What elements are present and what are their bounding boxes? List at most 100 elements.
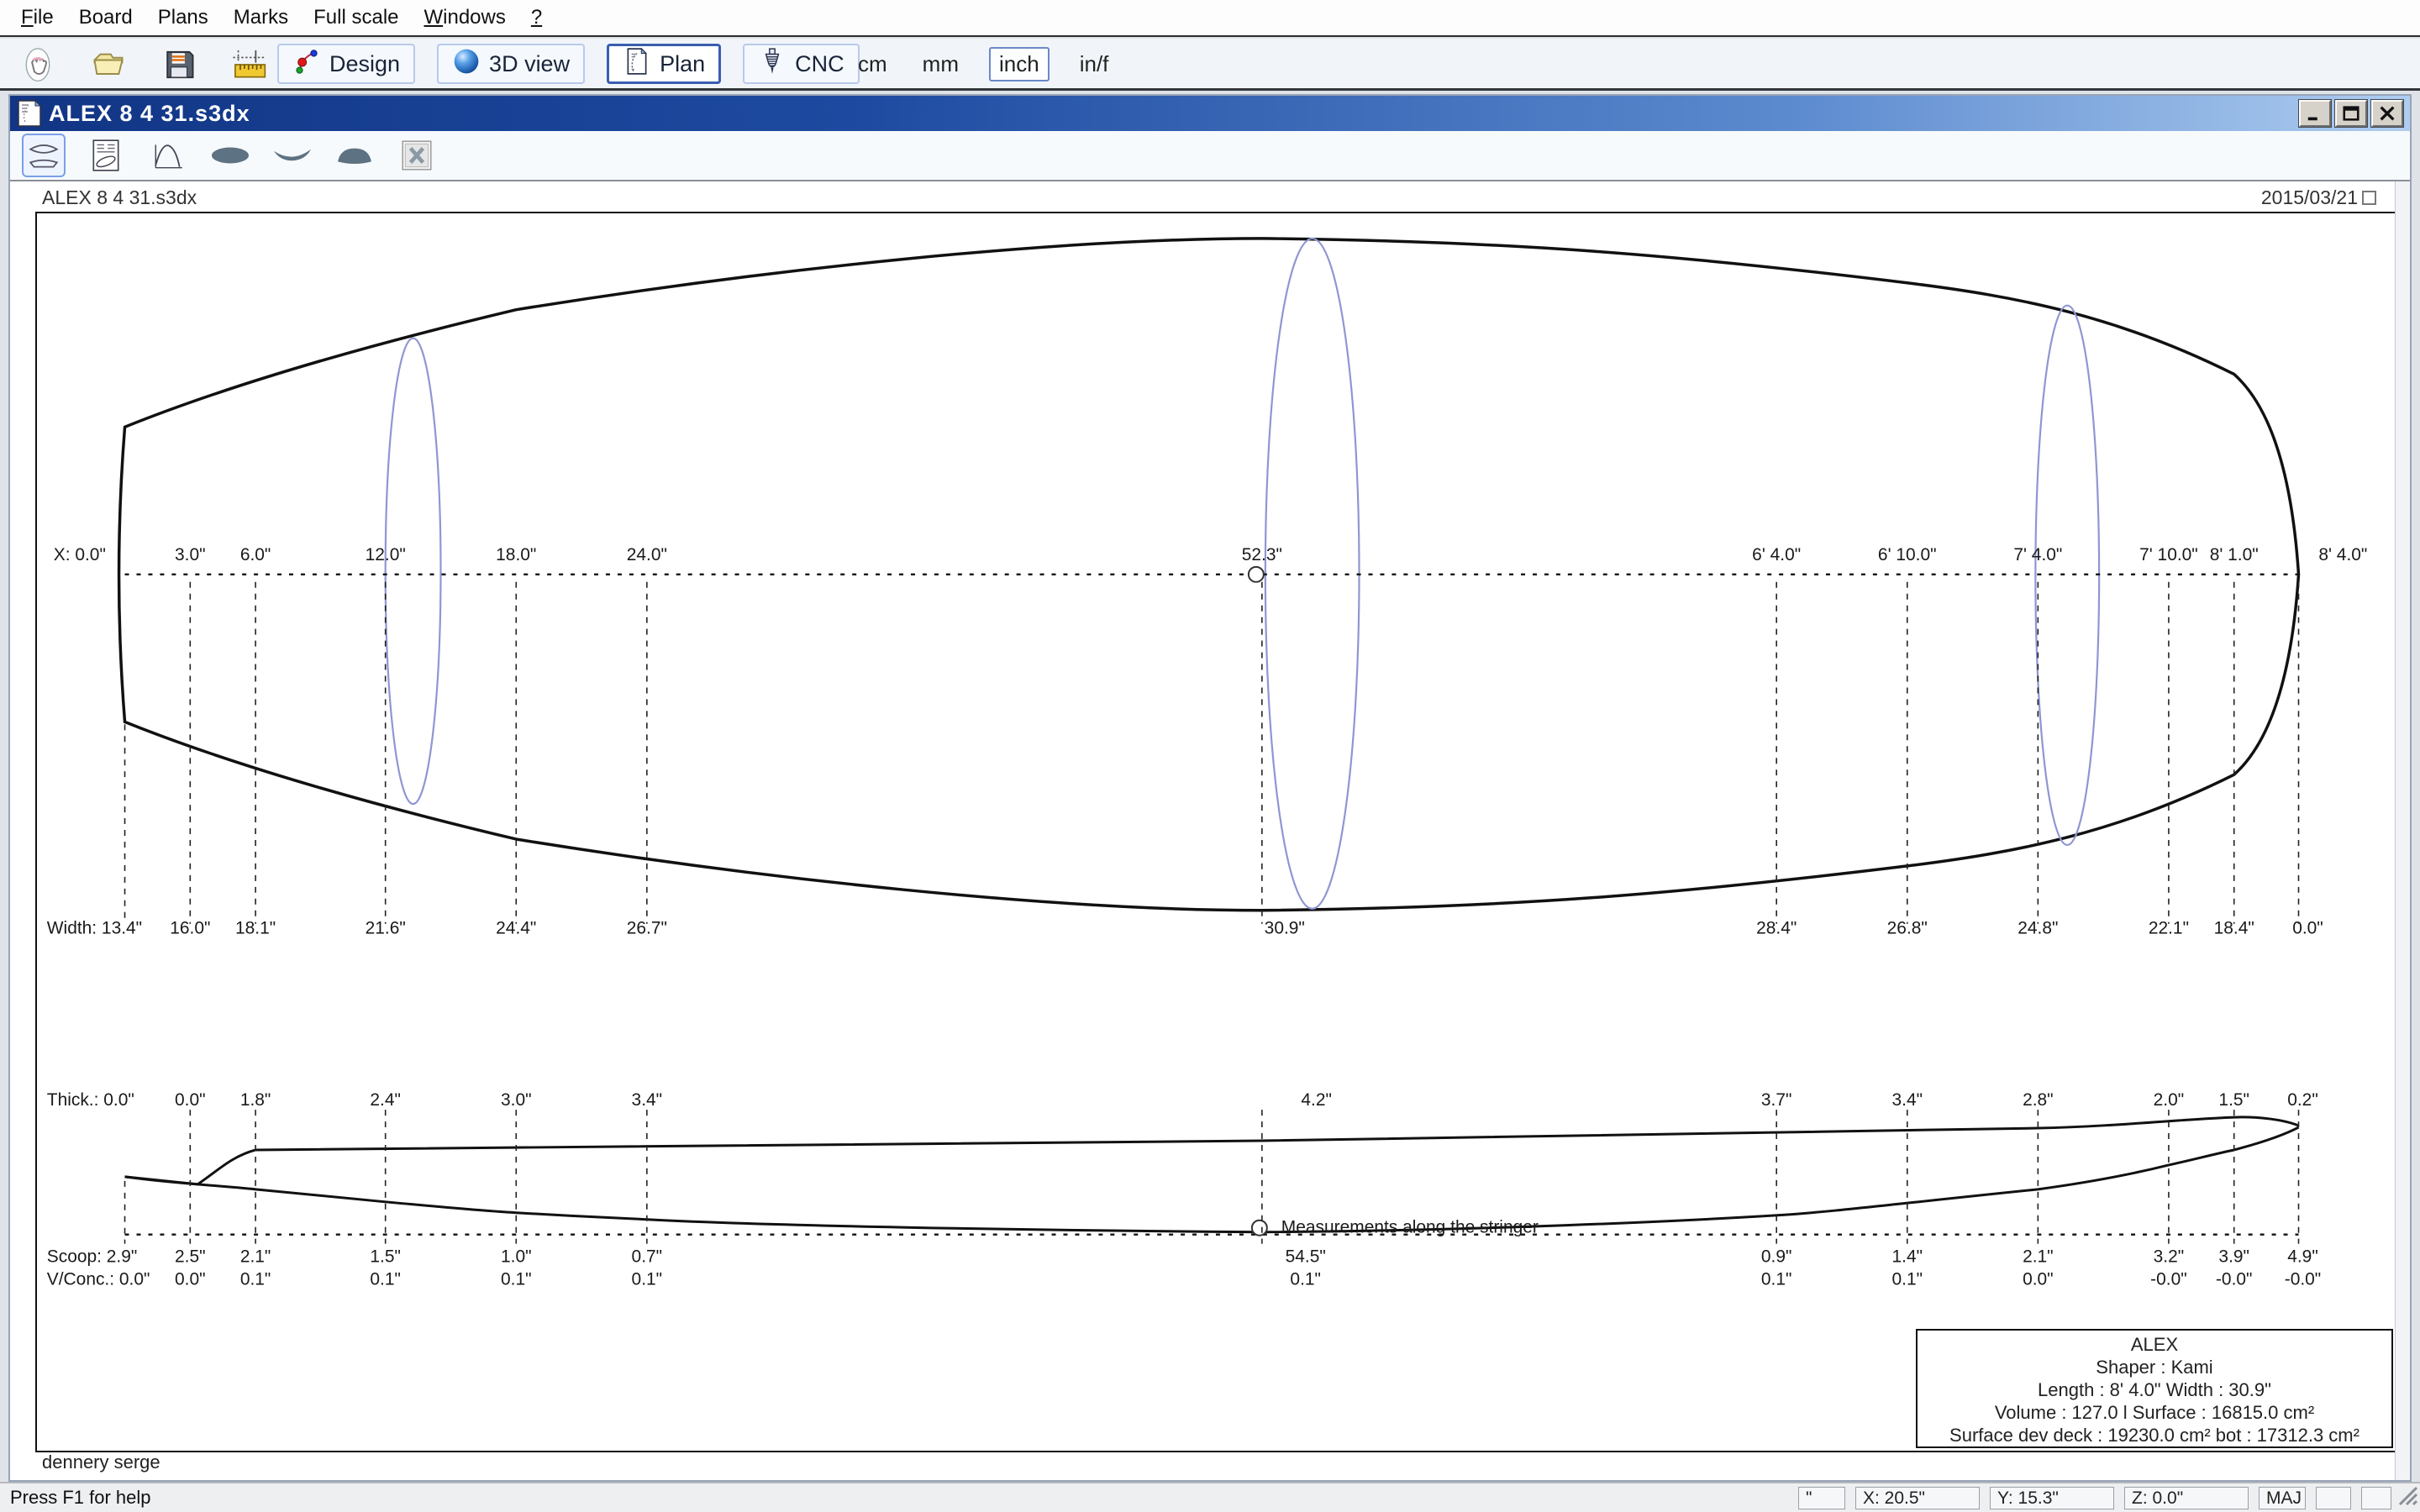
thick-measure-label: Thick.: 0.0" [47,1090,134,1110]
board-info-line: Surface dev deck : 19230.0 cm² bot : 173… [1918,1424,2391,1446]
date-checkbox[interactable] [2362,191,2376,205]
vconc-measure-label: 0.1" [1761,1270,1792,1289]
width-measure-label: 24.4" [496,919,536,938]
status-y: Y: 15.3" [1990,1487,2114,1509]
profile-view-outline [125,1117,2299,1232]
plan-solid-icon[interactable] [208,134,252,177]
select-hand-icon[interactable] [15,42,60,87]
x-measure-label: 12.0" [366,545,406,564]
width-measure-label: 21.6" [366,919,406,938]
width-measure-label: 18.1" [235,919,276,938]
menu-full-scale[interactable]: Full scale [301,3,411,33]
vconc-measure-label: 0.0" [2023,1270,2054,1289]
menu-board[interactable]: Board [66,3,145,33]
window-controls [2299,100,2403,127]
vconc-measure-label: -0.0" [2150,1270,2187,1289]
document-area: ALEX 8 4 31.s3dx 2015/03/21 [10,181,2410,1480]
station-lines [125,582,2299,1244]
thick-measure-label: 4.2" [1301,1090,1332,1110]
plan-view-outline [119,239,2299,911]
vconc-measure-label: 0.0" [175,1270,206,1289]
curve-icon[interactable] [146,134,190,177]
view-toolbar [10,131,2410,181]
width-measure-label: 0.0" [2292,919,2323,938]
menu-file[interactable]: File [8,3,66,33]
design-icon [292,47,321,81]
vconc-measure-label: 0.1" [240,1270,271,1289]
excel-export-icon[interactable] [395,134,439,177]
width-measure-label: 26.7" [627,919,667,938]
x-measure-label: 6' 10.0" [1878,545,1937,564]
vconc-measure-label: 0.1" [370,1270,401,1289]
view3d-icon [452,47,481,81]
main-toolbar: Design 3D view Plan CNC cmmminch in/f [0,39,2420,91]
save-icon[interactable] [156,42,202,87]
x-measure-label: 7' 10.0" [2139,545,2198,564]
rocker-solid-icon[interactable] [271,134,314,177]
spec-sheet-icon[interactable] [84,134,128,177]
thick-measure-label: 3.4" [1891,1090,1923,1110]
width-measure-label: 28.4" [1756,919,1797,938]
unit-mm[interactable]: mm [918,49,964,80]
thick-measure-label: 3.7" [1761,1090,1792,1110]
minimize-button[interactable] [2299,100,2331,127]
3d-view-button[interactable]: 3D view [437,44,585,84]
scoop-measure-label: 4.9" [2287,1247,2318,1267]
measurement-labels: X: 0.0"3.0"6.0"12.0"18.0"24.0"52.3"6' 4.… [47,545,2368,1289]
resize-grip-icon[interactable] [2396,1484,2418,1510]
menu-bar: FileBoardPlansMarksFull scaleWindows? [0,0,2420,37]
board-name: ALEX [1918,1333,2391,1356]
document-titlebar[interactable]: ALEX 8 4 31.s3dx [10,96,2410,131]
thick-measure-label: 0.0" [175,1090,206,1110]
thick-measure-label: 2.4" [370,1090,401,1110]
section-curve-3 [2035,306,2099,845]
scoop-measure-label: 3.9" [2218,1247,2249,1267]
design-button[interactable]: Design [277,44,415,84]
board-outline-views-icon[interactable] [22,134,66,177]
board-info-line: Length : 8' 4.0" Width : 30.9" [1918,1378,2391,1401]
x-measure-label: 3.0" [175,545,206,564]
scoop-measure-label: 1.4" [1891,1247,1923,1267]
menu-help[interactable]: ? [518,3,555,33]
x-measure-label: 7' 4.0" [2013,545,2062,564]
board-info-line: Shaper : Kami [1918,1356,2391,1378]
vertical-scrollbar[interactable] [2395,181,2410,1480]
maximize-button[interactable] [2335,100,2367,127]
unit-cm[interactable]: cm [853,49,892,80]
scoop-measure-label: 2.1" [2023,1247,2054,1267]
scoop-measure-label: 3.2" [2154,1247,2185,1267]
unit-inch[interactable]: inch [989,47,1050,81]
profile-center-marker[interactable] [1252,1221,1267,1236]
status-readouts: "X: 20.5"Y: 15.3"Z: 0.0"MAJ [1798,1487,2391,1509]
status-unit: " [1798,1487,1845,1509]
x-measure-label: 6' 4.0" [1752,545,1801,564]
menu-plans[interactable]: Plans [145,3,221,33]
author-name: dennery serge [42,1452,160,1473]
menu-marks[interactable]: Marks [221,3,301,33]
vconc-measure-label: 0.1" [1290,1270,1321,1289]
status-bar: Press F1 for help "X: 20.5"Y: 15.3"Z: 0.… [0,1482,2420,1512]
board-drawing[interactable]: Measurements along the stringer X: 0.0"3… [37,213,2396,1451]
menu-windows[interactable]: Windows [412,3,518,33]
thick-measure-label: 1.8" [240,1090,271,1110]
measure-ruler-icon[interactable] [227,42,272,87]
plan-center-marker[interactable] [1249,567,1264,582]
section-solid-icon[interactable] [333,134,376,177]
document-icon [17,100,42,127]
close-button[interactable] [2371,100,2403,127]
x-measure-label: 8' 4.0" [2318,545,2367,564]
x-measure-label: X: 0.0" [54,545,106,564]
x-measure-label: 8' 1.0" [2210,545,2259,564]
plan-icon [623,47,651,81]
open-folder-icon[interactable] [86,42,131,87]
board-info-line: Volume : 127.0 l Surface : 16815.0 cm² [1918,1401,2391,1424]
scoop-measure-label: 2.1" [240,1247,271,1267]
thick-measure-label: 3.4" [632,1090,663,1110]
drawing-sheet: Measurements along the stringer X: 0.0"3… [35,212,2398,1452]
plan-button[interactable]: Plan [607,44,721,84]
unit-in-f[interactable]: in/f [1075,49,1114,80]
cnc-button[interactable]: CNC [743,44,860,84]
scoop-measure-label: 0.7" [632,1247,663,1267]
status-x: X: 20.5" [1855,1487,1980,1509]
vconc-measure-label: 0.1" [1891,1270,1923,1289]
